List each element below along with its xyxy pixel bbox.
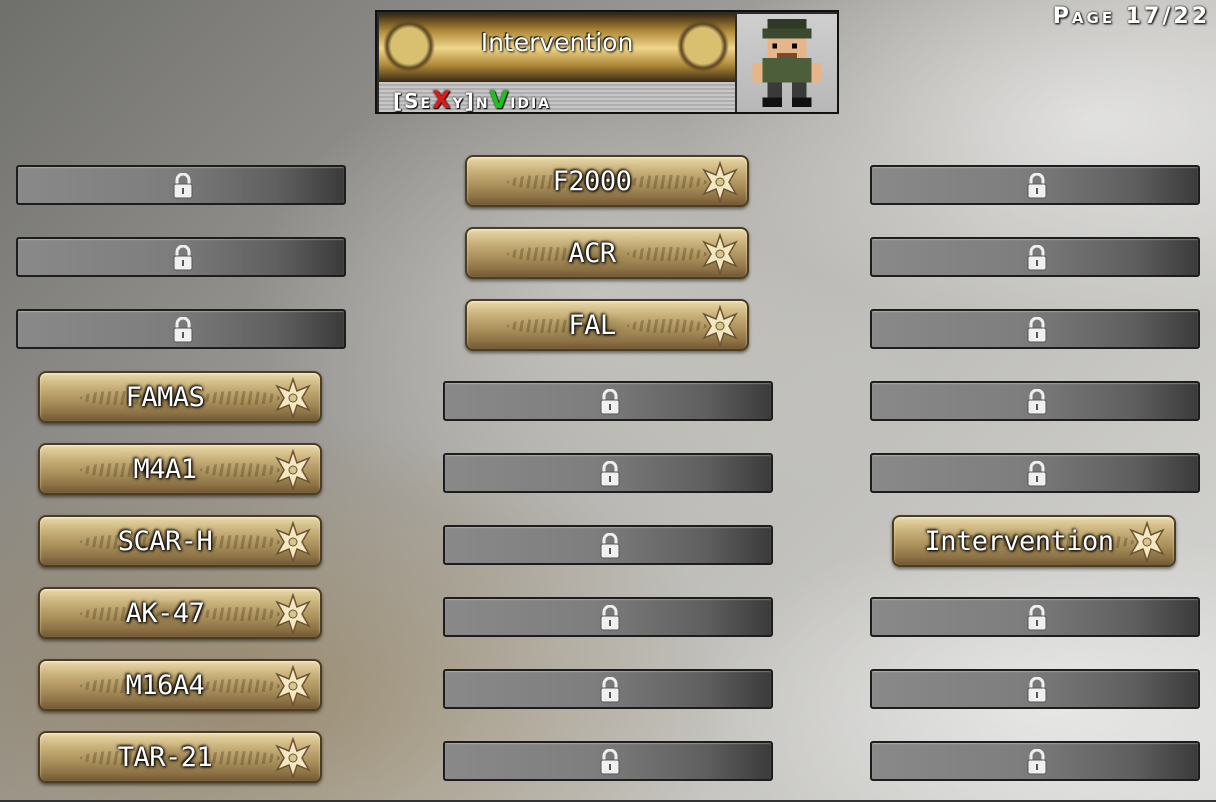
weapon-slot-m4a1[interactable]: M4A1 bbox=[38, 443, 322, 495]
iron-cross-icon bbox=[272, 736, 314, 780]
padlock-icon bbox=[1026, 244, 1048, 271]
weapon-label: M4A1 bbox=[133, 454, 197, 485]
player-calling-card: Intervention [SeXy]nVidia bbox=[375, 10, 839, 114]
locked-weapon-slot[interactable] bbox=[870, 165, 1200, 205]
weapon-label: AK-47 bbox=[125, 598, 205, 629]
locked-weapon-slot[interactable] bbox=[16, 237, 346, 277]
locked-weapon-slot[interactable] bbox=[443, 453, 773, 493]
padlock-icon bbox=[1026, 604, 1048, 631]
padlock-icon bbox=[599, 748, 621, 775]
padlock-icon bbox=[1026, 172, 1048, 199]
iron-cross-icon bbox=[272, 376, 314, 420]
iron-cross-icon bbox=[1126, 520, 1168, 564]
weapon-slot-intervention[interactable]: Intervention bbox=[892, 515, 1176, 567]
tag-part: [Se bbox=[393, 89, 433, 113]
iron-cross-icon bbox=[699, 304, 741, 348]
padlock-icon bbox=[1026, 316, 1048, 343]
locked-weapon-slot[interactable] bbox=[870, 237, 1200, 277]
padlock-icon bbox=[172, 316, 194, 343]
padlock-icon bbox=[1026, 388, 1048, 415]
locked-weapon-slot[interactable] bbox=[16, 165, 346, 205]
weapon-slot-f2000[interactable]: F2000 bbox=[465, 155, 749, 207]
iron-cross-icon bbox=[699, 232, 741, 276]
locked-weapon-slot[interactable] bbox=[870, 381, 1200, 421]
weapon-label: F2000 bbox=[552, 166, 632, 197]
page-indicator: Page 17/22 bbox=[1052, 4, 1210, 29]
locked-weapon-slot[interactable] bbox=[870, 309, 1200, 349]
weapon-slot-fal[interactable]: FAL bbox=[465, 299, 749, 351]
iron-cross-icon bbox=[699, 160, 741, 204]
tag-part: idia bbox=[510, 89, 552, 113]
title-banner: Intervention bbox=[379, 14, 735, 82]
weapon-slot-tar-21[interactable]: TAR-21 bbox=[38, 731, 322, 783]
weapon-slot-m16a4[interactable]: M16A4 bbox=[38, 659, 322, 711]
weapon-label: FAL bbox=[568, 310, 616, 341]
weapon-slot-scar-h[interactable]: SCAR-H bbox=[38, 515, 322, 567]
padlock-icon bbox=[599, 676, 621, 703]
padlock-icon bbox=[172, 172, 194, 199]
padlock-icon bbox=[599, 388, 621, 415]
iron-cross-icon bbox=[272, 520, 314, 564]
card-title: Intervention bbox=[480, 28, 634, 57]
locked-weapon-slot[interactable] bbox=[443, 381, 773, 421]
weapon-slot-famas[interactable]: FAMAS bbox=[38, 371, 322, 423]
weapon-label: ACR bbox=[568, 238, 616, 269]
padlock-icon bbox=[1026, 676, 1048, 703]
iron-cross-icon bbox=[272, 664, 314, 708]
iron-cross-icon bbox=[272, 448, 314, 492]
locked-weapon-slot[interactable] bbox=[870, 741, 1200, 781]
weapon-label: M16A4 bbox=[125, 670, 205, 701]
weapon-label: TAR-21 bbox=[117, 742, 213, 773]
locked-weapon-slot[interactable] bbox=[870, 453, 1200, 493]
clan-tag-strip: [SeXy]nVidia bbox=[379, 82, 735, 114]
tag-part-v: V bbox=[489, 86, 511, 114]
locked-weapon-slot[interactable] bbox=[16, 309, 346, 349]
padlock-icon bbox=[1026, 460, 1048, 487]
padlock-icon bbox=[599, 460, 621, 487]
padlock-icon bbox=[172, 244, 194, 271]
weapon-label: SCAR-H bbox=[117, 526, 213, 557]
tag-part: y]n bbox=[452, 89, 490, 113]
padlock-icon bbox=[1026, 748, 1048, 775]
locked-weapon-slot[interactable] bbox=[870, 669, 1200, 709]
tag-part-x: X bbox=[432, 86, 453, 114]
locked-weapon-slot[interactable] bbox=[443, 597, 773, 637]
weapon-slot-acr[interactable]: ACR bbox=[465, 227, 749, 279]
locked-weapon-slot[interactable] bbox=[443, 525, 773, 565]
locked-weapon-slot[interactable] bbox=[443, 741, 773, 781]
padlock-icon bbox=[599, 532, 621, 559]
weapon-slot-ak-47[interactable]: AK-47 bbox=[38, 587, 322, 639]
locked-weapon-slot[interactable] bbox=[870, 597, 1200, 637]
weapon-label: FAMAS bbox=[125, 382, 205, 413]
weapon-label: Intervention bbox=[924, 526, 1114, 557]
iron-cross-icon bbox=[272, 592, 314, 636]
pixel-soldier-icon bbox=[737, 14, 837, 112]
padlock-icon bbox=[599, 604, 621, 631]
player-name: [SeXy]nVidia bbox=[393, 86, 551, 114]
locked-weapon-slot[interactable] bbox=[443, 669, 773, 709]
